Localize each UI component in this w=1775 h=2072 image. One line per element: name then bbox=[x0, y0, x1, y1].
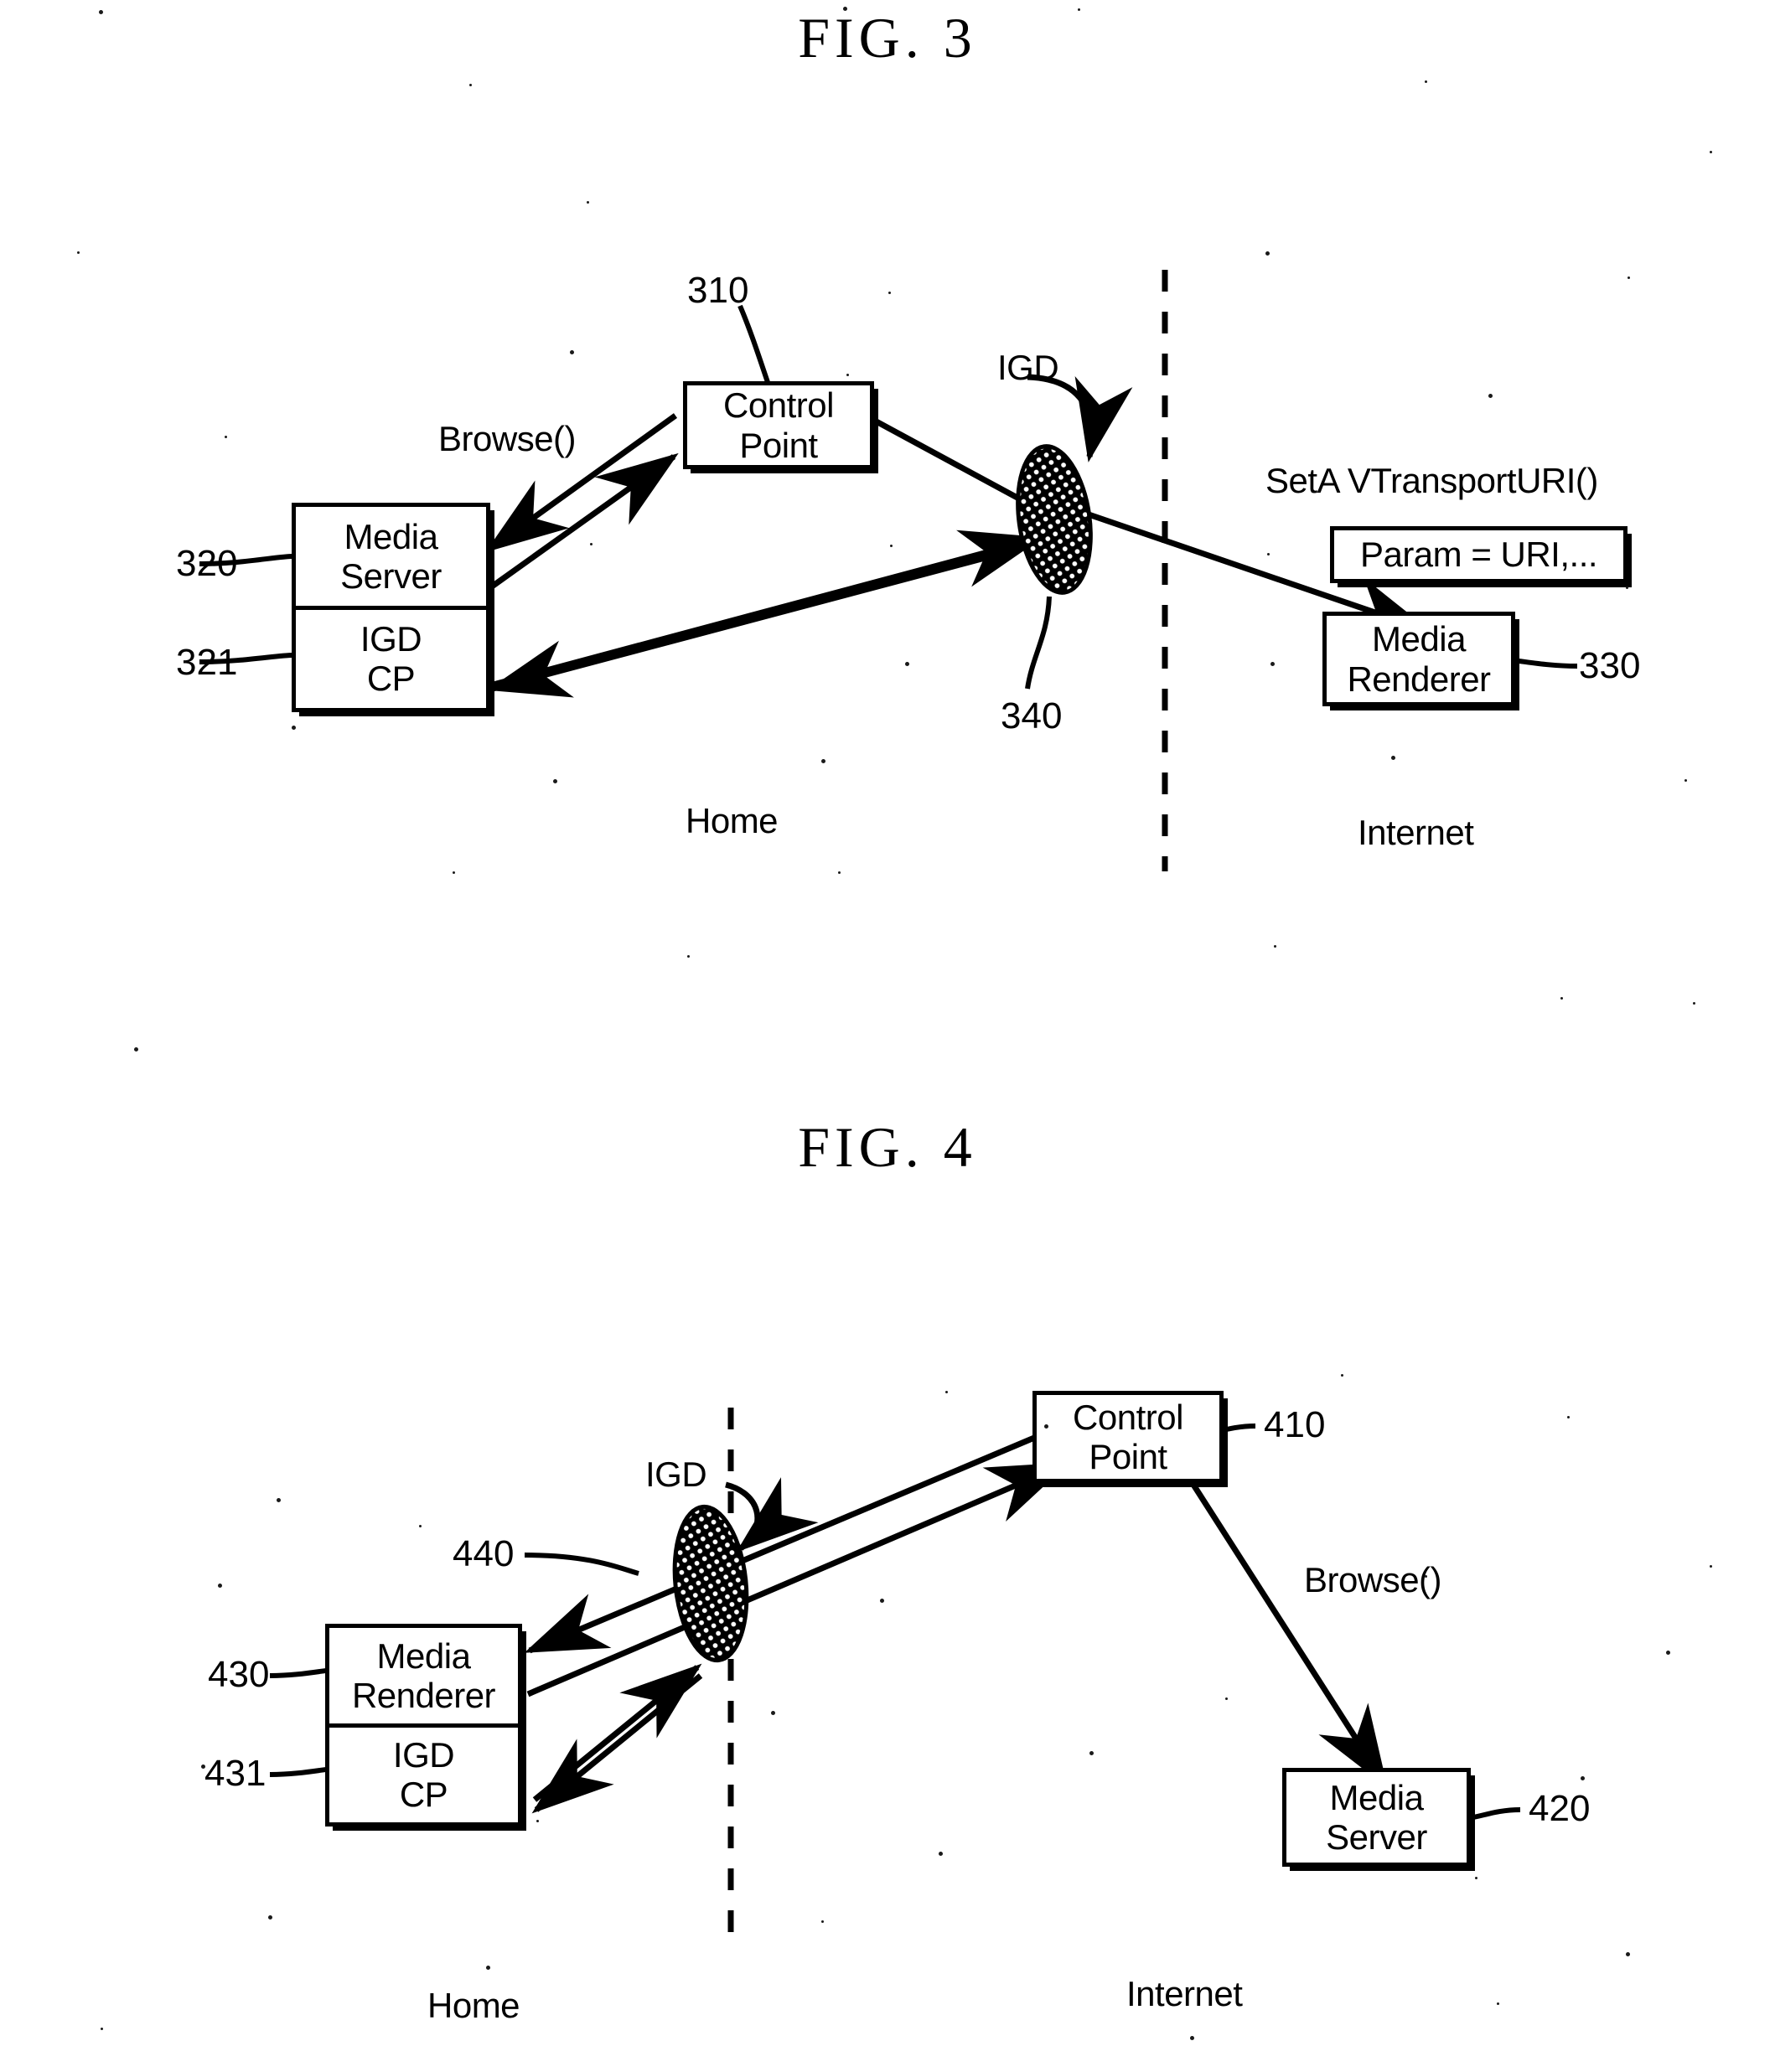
reference-410: 410 bbox=[1264, 1404, 1326, 1445]
reference-320: 320 bbox=[176, 543, 238, 584]
reference-430: 430 bbox=[208, 1654, 270, 1695]
control-point-node-fig4[interactable]: Control Point bbox=[1032, 1391, 1224, 1483]
igd-cp-label-fig4: IGD CP bbox=[329, 1723, 518, 1823]
media-server-label-fig3: Media Server bbox=[340, 516, 442, 596]
reference-330: 330 bbox=[1579, 645, 1641, 686]
control-point-label-fig4: Control Point bbox=[1073, 1397, 1183, 1476]
media-server-node-fig3[interactable]: Media Server IGD CP bbox=[292, 503, 490, 712]
figure-4-title: FIG. 4 bbox=[798, 1115, 977, 1179]
reference-321: 321 bbox=[176, 642, 238, 683]
reference-431: 431 bbox=[204, 1753, 267, 1794]
media-server-label-fig4: Media Server bbox=[1326, 1777, 1427, 1857]
zone-label-internet-fig4: Internet bbox=[1126, 1974, 1243, 2013]
igd-cp-label-fig3: IGD CP bbox=[296, 605, 486, 709]
media-renderer-label-fig3: Media Renderer bbox=[1347, 619, 1491, 699]
figure-3-title: FIG. 3 bbox=[798, 6, 977, 70]
media-renderer-label-fig4: Media Renderer bbox=[351, 1635, 496, 1715]
browse-call-label-fig3: Browse() bbox=[438, 419, 577, 458]
figure-3-vector-art bbox=[199, 270, 1578, 1935]
media-renderer-node-fig4[interactable]: Media Renderer IGD CP bbox=[325, 1624, 522, 1827]
igd-gateway-label-fig4: IGD bbox=[645, 1455, 707, 1494]
zone-label-home-fig3: Home bbox=[686, 801, 779, 840]
igd-gateway-ellipse-fig4 bbox=[672, 1504, 749, 1663]
control-point-node-fig3[interactable]: Control Point bbox=[683, 381, 874, 469]
reference-340: 340 bbox=[1001, 695, 1063, 736]
media-renderer-node-fig3[interactable]: Media Renderer bbox=[1322, 612, 1515, 706]
igd-gateway-ellipse-fig3 bbox=[1016, 444, 1093, 595]
control-point-label-fig3: Control Point bbox=[723, 385, 834, 465]
igd-gateway-label-fig3: IGD bbox=[997, 348, 1059, 387]
patent-drawing-sheet: FIG. 3 Control Point Media Server IGD CP… bbox=[0, 0, 1775, 2072]
media-server-node-fig4[interactable]: Media Server bbox=[1282, 1768, 1471, 1867]
zone-label-home-fig4: Home bbox=[427, 1986, 520, 2025]
reference-310: 310 bbox=[687, 270, 749, 311]
setavtransporturi-call-label-fig3: SetA VTransportURI() bbox=[1265, 461, 1598, 500]
browse-call-label-fig4: Browse() bbox=[1304, 1560, 1442, 1599]
zone-label-internet-fig3: Internet bbox=[1358, 813, 1474, 852]
param-box-fig3: Param = URI,... bbox=[1330, 526, 1628, 583]
reference-440: 440 bbox=[453, 1533, 515, 1574]
reference-420: 420 bbox=[1529, 1788, 1591, 1829]
